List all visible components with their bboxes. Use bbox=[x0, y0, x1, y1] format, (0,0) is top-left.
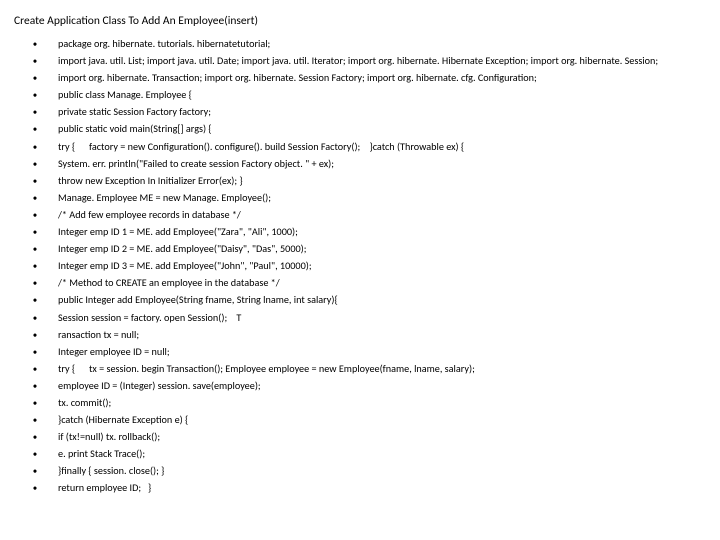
code-line: Manage. Employee ME = new Manage. Employ… bbox=[58, 190, 708, 206]
code-line: import java. util. List; import java. ut… bbox=[58, 53, 708, 69]
list-item: •}finally { session. close(); } bbox=[12, 463, 708, 480]
list-item: •try { factory = new Configuration(). co… bbox=[12, 139, 708, 156]
bullet-icon: • bbox=[12, 190, 58, 207]
code-line: package org. hibernate. tutorials. hiber… bbox=[58, 36, 708, 52]
list-item: •System. err. println("Failed to create … bbox=[12, 156, 708, 173]
code-line: Integer emp ID 2 = ME. add Employee("Dai… bbox=[58, 241, 708, 257]
bullet-icon: • bbox=[12, 327, 58, 344]
code-line: try { factory = new Configuration(). con… bbox=[58, 139, 708, 155]
bullet-icon: • bbox=[12, 224, 58, 241]
list-item: •throw new Exception In Initializer Erro… bbox=[12, 173, 708, 190]
list-item: •try { tx = session. begin Transaction()… bbox=[12, 361, 708, 378]
list-item: •public Integer add Employee(String fnam… bbox=[12, 292, 708, 309]
list-item: •Session session = factory. open Session… bbox=[12, 310, 708, 327]
bullet-icon: • bbox=[12, 292, 58, 309]
code-line: System. err. println("Failed to create s… bbox=[58, 156, 708, 172]
list-item: •import org. hibernate. Transaction; imp… bbox=[12, 70, 708, 87]
list-item: •Integer emp ID 3 = ME. add Employee("Jo… bbox=[12, 258, 708, 275]
list-item: •Integer employee ID = null; bbox=[12, 344, 708, 361]
bullet-icon: • bbox=[12, 275, 58, 292]
code-line: public class Manage. Employee { bbox=[58, 87, 708, 103]
bullet-list: •package org. hibernate. tutorials. hibe… bbox=[12, 36, 708, 498]
bullet-icon: • bbox=[12, 156, 58, 173]
bullet-icon: • bbox=[12, 70, 58, 87]
bullet-icon: • bbox=[12, 207, 58, 224]
code-line: e. print Stack Trace(); bbox=[58, 446, 708, 462]
list-item: • e. print Stack Trace(); bbox=[12, 446, 708, 463]
list-item: •package org. hibernate. tutorials. hibe… bbox=[12, 36, 708, 53]
bullet-icon: • bbox=[12, 463, 58, 480]
list-item: •Integer emp ID 1 = ME. add Employee("Za… bbox=[12, 224, 708, 241]
bullet-icon: • bbox=[12, 121, 58, 138]
code-line: throw new Exception In Initializer Error… bbox=[58, 173, 708, 189]
page-title: Create Application Class To Add An Emplo… bbox=[14, 14, 708, 28]
bullet-icon: • bbox=[12, 378, 58, 395]
bullet-icon: • bbox=[12, 480, 58, 497]
list-item: •private static Session Factory factory; bbox=[12, 104, 708, 121]
list-item: •return employee ID; } bbox=[12, 480, 708, 497]
list-item: •import java. util. List; import java. u… bbox=[12, 53, 708, 70]
list-item: •}catch (Hibernate Exception e) { bbox=[12, 412, 708, 429]
list-item: •employee ID = (Integer) session. save(e… bbox=[12, 378, 708, 395]
code-line: try { tx = session. begin Transaction();… bbox=[58, 361, 708, 377]
bullet-icon: • bbox=[12, 429, 58, 446]
code-line: Integer emp ID 3 = ME. add Employee("Joh… bbox=[58, 258, 708, 274]
code-line: Integer emp ID 1 = ME. add Employee("Zar… bbox=[58, 224, 708, 240]
bullet-icon: • bbox=[12, 310, 58, 327]
list-item: •/* Add few employee records in database… bbox=[12, 207, 708, 224]
bullet-icon: • bbox=[12, 361, 58, 378]
bullet-icon: • bbox=[12, 36, 58, 53]
bullet-icon: • bbox=[12, 344, 58, 361]
code-line: import org. hibernate. Transaction; impo… bbox=[58, 70, 708, 86]
code-line: }finally { session. close(); } bbox=[58, 463, 708, 479]
bullet-icon: • bbox=[12, 173, 58, 190]
bullet-icon: • bbox=[12, 241, 58, 258]
list-item: •Integer emp ID 2 = ME. add Employee("Da… bbox=[12, 241, 708, 258]
bullet-icon: • bbox=[12, 446, 58, 463]
bullet-icon: • bbox=[12, 139, 58, 156]
code-line: Session session = factory. open Session(… bbox=[58, 310, 708, 326]
code-line: public Integer add Employee(String fname… bbox=[58, 292, 708, 308]
list-item: •Manage. Employee ME = new Manage. Emplo… bbox=[12, 190, 708, 207]
list-item: •tx. commit(); bbox=[12, 395, 708, 412]
bullet-icon: • bbox=[12, 258, 58, 275]
code-line: if (tx!=null) tx. rollback(); bbox=[58, 429, 708, 445]
list-item: •if (tx!=null) tx. rollback(); bbox=[12, 429, 708, 446]
bullet-icon: • bbox=[12, 53, 58, 70]
code-line: private static Session Factory factory; bbox=[58, 104, 708, 120]
code-line: public static void main(String[] args) { bbox=[58, 121, 708, 137]
bullet-icon: • bbox=[12, 87, 58, 104]
bullet-icon: • bbox=[12, 104, 58, 121]
code-line: }catch (Hibernate Exception e) { bbox=[58, 412, 708, 428]
list-item: •ransaction tx = null; bbox=[12, 327, 708, 344]
list-item: •public class Manage. Employee { bbox=[12, 87, 708, 104]
list-item: •/* Method to CREATE an employee in the … bbox=[12, 275, 708, 292]
code-line: /* Add few employee records in database … bbox=[58, 207, 708, 223]
code-line: ransaction tx = null; bbox=[58, 327, 708, 343]
code-line: /* Method to CREATE an employee in the d… bbox=[58, 275, 708, 291]
code-line: Integer employee ID = null; bbox=[58, 344, 708, 360]
bullet-icon: • bbox=[12, 395, 58, 412]
code-line: return employee ID; } bbox=[58, 480, 708, 496]
code-line: tx. commit(); bbox=[58, 395, 708, 411]
list-item: •public static void main(String[] args) … bbox=[12, 121, 708, 138]
bullet-icon: • bbox=[12, 412, 58, 429]
code-line: employee ID = (Integer) session. save(em… bbox=[58, 378, 708, 394]
